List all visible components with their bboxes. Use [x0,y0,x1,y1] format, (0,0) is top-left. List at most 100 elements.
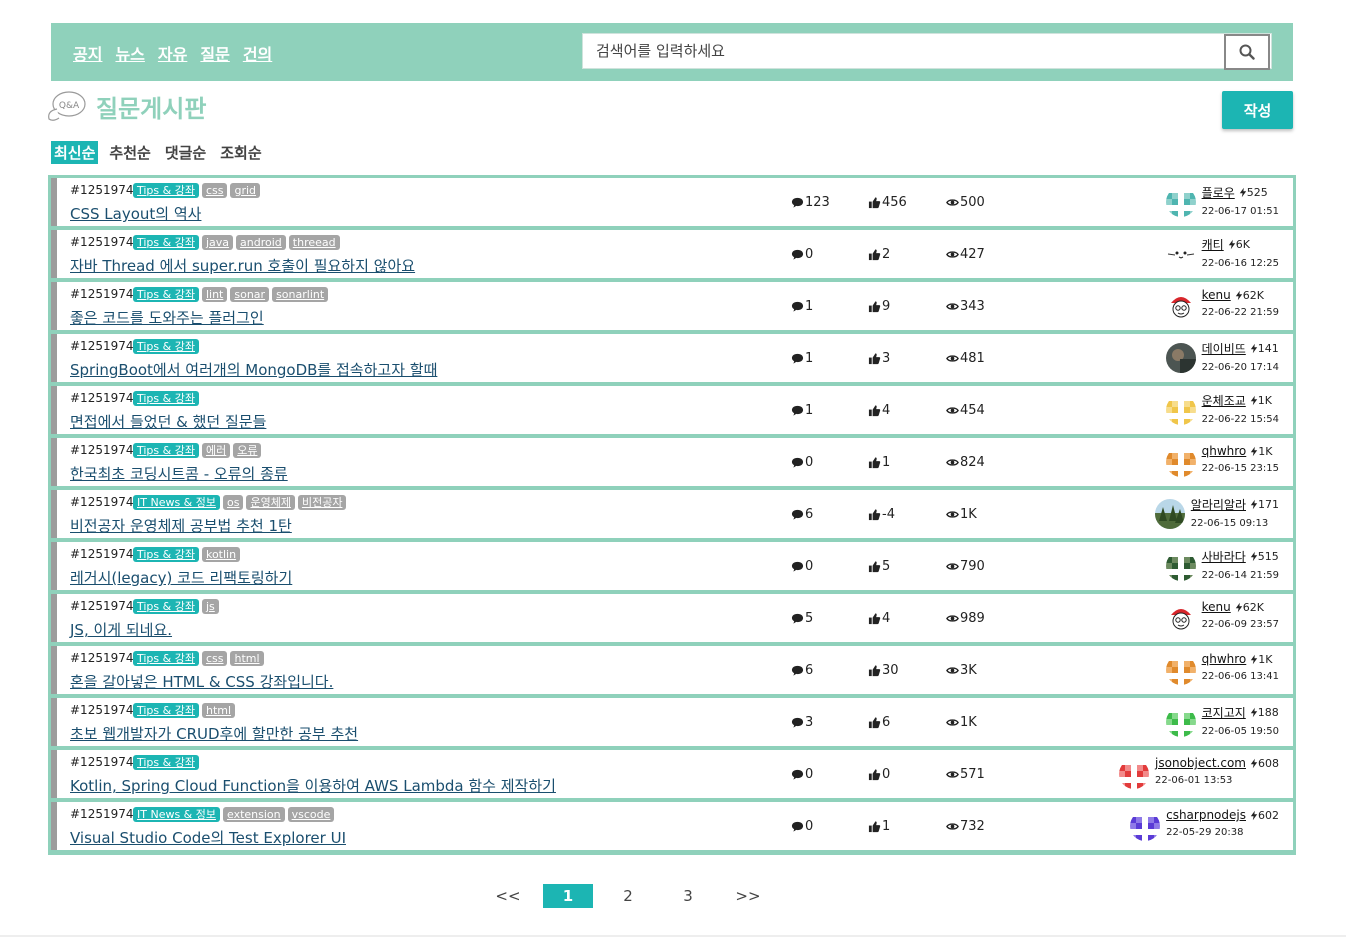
menu-news[interactable]: 뉴스 [115,41,144,65]
author-name[interactable]: kenu [1202,288,1231,302]
post-tag[interactable]: vscode [287,807,335,822]
author-name[interactable]: 코지고지 [1202,704,1246,721]
author-name[interactable]: kenu [1202,600,1231,614]
post-row[interactable]: #1251974 IT News & 정보 extension vscode Vis… [51,802,1293,850]
avatar[interactable] [1119,759,1150,789]
post-row[interactable]: #1251974 Tips & 강좌 kotlin 레거시(legacy) 코드 … [51,542,1293,590]
category-tag[interactable]: Tips & 강좌 [133,339,199,354]
post-title[interactable]: 초보 웹개발자가 CRUD후에 할만한 공부 추천 [70,723,358,744]
avatar[interactable] [1165,395,1196,425]
menu-free[interactable]: 자유 [158,41,187,65]
post-tag[interactable]: grid [230,183,261,198]
post-tag[interactable]: extension [223,807,285,822]
category-tag[interactable]: Tips & 강좌 [133,287,199,302]
post-title[interactable]: SpringBoot에서 여러개의 MongoDB를 접속하고자 할때 [70,359,437,380]
category-tag[interactable]: Tips & 강좌 [133,391,199,406]
post-title[interactable]: 자바 Thread 에서 super.run 호출이 필요하지 않아요 [70,255,415,276]
sort-comments[interactable]: 댓글순 [162,141,209,164]
post-tag[interactable]: sonar [230,287,270,302]
post-row[interactable]: #1251974 Tips & 강좌 java android threead 자바 … [51,230,1293,278]
post-title[interactable]: JS, 이게 되네요. [70,619,172,640]
post-tag[interactable]: css [201,183,228,198]
post-title[interactable]: 좋은 코드를 도와주는 플러그인 [70,307,264,328]
post-tag[interactable]: 비전공자 [297,495,347,510]
post-tag[interactable]: os [223,495,244,510]
post-title[interactable]: Kotlin, Spring Cloud Function을 이용하여 AWS … [70,775,556,796]
avatar[interactable] [1165,707,1196,737]
post-row[interactable]: #1251974 Tips & 강좌 js JS, 이게 되네요. 5 4 989… [51,594,1293,642]
post-tag[interactable]: 오류 [233,443,262,458]
post-tag[interactable]: 운영체제 [246,495,295,510]
page-number[interactable]: 3 [663,884,713,908]
menu-notice[interactable]: 공지 [73,41,102,65]
page-number[interactable]: 1 [543,884,593,908]
post-tag[interactable]: js [201,599,219,614]
write-button[interactable]: 작성 [1222,91,1293,129]
post-row[interactable]: #1251974 Tips & 강좌 면접에서 들었던 & 했던 질문들 1 4… [51,386,1293,434]
post-tag[interactable]: java [201,235,234,250]
category-tag[interactable]: Tips & 강좌 [133,755,199,770]
author-name[interactable]: 운체조교 [1202,392,1246,409]
post-row[interactable]: #1251974 Tips & 강좌 html 초보 웹개발자가 CRUD후에 할… [51,698,1293,746]
avatar[interactable] [1130,811,1161,841]
page-last[interactable]: >> [723,884,773,908]
post-title[interactable]: 면접에서 들었던 & 했던 질문들 [70,411,266,432]
post-row[interactable]: #1251974 Tips & 강좌 에러 오류 한국최초 코딩시트콤 - 오류의 … [51,438,1293,486]
avatar[interactable] [1165,551,1196,581]
page-first[interactable]: << [483,884,533,908]
menu-suggestion[interactable]: 건의 [243,41,272,65]
category-tag[interactable]: IT News & 정보 [133,495,220,510]
avatar[interactable] [1165,291,1196,321]
avatar[interactable] [1165,187,1196,217]
author-name[interactable]: qhwhro [1202,444,1247,458]
category-tag[interactable]: Tips & 강좌 [133,599,199,614]
category-tag[interactable]: IT News & 정보 [133,807,220,822]
avatar[interactable] [1165,343,1196,373]
search-button[interactable] [1224,34,1270,70]
author-name[interactable]: 데이비뜨 [1202,340,1246,357]
post-tag[interactable]: android [236,235,286,250]
category-tag[interactable]: Tips & 강좌 [133,547,199,562]
author-name[interactable]: csharpnodejs [1166,808,1246,822]
post-tag[interactable]: 에러 [201,443,231,458]
post-title[interactable]: 혼을 갈아넣은 HTML & CSS 강좌입니다. [70,671,333,692]
post-title[interactable]: 한국최초 코딩시트콤 - 오류의 종류 [70,463,288,484]
author-name[interactable]: 캐티 [1202,236,1224,253]
post-tag[interactable]: threead [288,235,340,250]
post-row[interactable]: #1251974 Tips & 강좌 css html 혼을 갈아넣은 HTML &… [51,646,1293,694]
post-row[interactable]: #1251974 Tips & 강좌 Kotlin, Spring Cloud … [51,750,1293,798]
category-tag[interactable]: Tips & 강좌 [133,651,199,666]
category-tag[interactable]: Tips & 강좌 [133,443,199,458]
author-name[interactable]: 사바라다 [1202,548,1246,565]
post-row[interactable]: #1251974 IT News & 정보 os 운영체제 비전공자 비전공자 운영체… [51,490,1293,538]
page-number[interactable]: 2 [603,884,653,908]
avatar[interactable] [1165,447,1196,477]
avatar[interactable] [1154,499,1185,529]
category-tag[interactable]: Tips & 강좌 [133,703,199,718]
post-tag[interactable]: lint [201,287,228,302]
post-tag[interactable]: sonarlint [272,287,329,302]
post-row[interactable]: #1251974 Tips & 강좌 css grid CSS Layout의 역사… [51,178,1293,226]
search-input[interactable]: 검색어를 입력하세요 [582,33,1272,69]
avatar[interactable] [1165,603,1196,633]
post-row[interactable]: #1251974 Tips & 강좌 SpringBoot에서 여러개의 Mon… [51,334,1293,382]
author-name[interactable]: qhwhro [1202,652,1247,666]
post-tag[interactable]: html [230,651,264,666]
author-name[interactable]: 알라리알라 [1191,496,1246,513]
post-title[interactable]: 비전공자 운영체제 공부법 추천 1탄 [70,515,292,536]
sort-recommended[interactable]: 추천순 [106,141,153,164]
author-name[interactable]: jsonobject.com [1155,756,1246,770]
post-title[interactable]: 레거시(legacy) 코드 리팩토링하기 [70,567,292,588]
author-name[interactable]: 플로우 [1202,184,1235,201]
sort-views[interactable]: 조회순 [217,141,264,164]
post-tag[interactable]: html [201,703,236,718]
post-title[interactable]: CSS Layout의 역사 [70,203,201,224]
avatar[interactable] [1165,655,1196,685]
post-tag[interactable]: css [201,651,228,666]
post-row[interactable]: #1251974 Tips & 강좌 lint sonar sonarlint 좋은 … [51,282,1293,330]
category-tag[interactable]: Tips & 강좌 [133,235,199,250]
post-tag[interactable]: kotlin [201,547,241,562]
post-title[interactable]: Visual Studio Code의 Test Explorer UI [70,827,346,848]
category-tag[interactable]: Tips & 강좌 [133,183,199,198]
avatar[interactable] [1165,239,1196,269]
